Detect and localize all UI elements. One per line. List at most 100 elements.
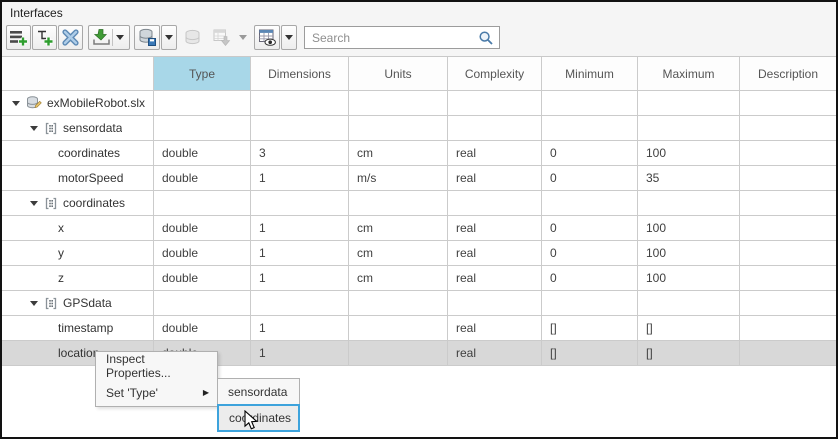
tree-cell[interactable]: timestamp <box>2 316 154 341</box>
menu-item-inspect-properties[interactable]: Inspect Properties... <box>96 352 217 380</box>
minimum-cell[interactable]: 0 <box>542 266 638 291</box>
complexity-cell[interactable] <box>448 191 542 216</box>
dimensions-cell[interactable]: 1 <box>251 241 349 266</box>
tree-cell[interactable]: x <box>2 216 154 241</box>
expand-caret-icon[interactable] <box>12 100 20 106</box>
units-cell[interactable] <box>349 191 448 216</box>
table-row-timestamp[interactable]: timestamp double 1 real[][] <box>2 316 836 341</box>
column-view-dropdown-button[interactable] <box>281 25 297 50</box>
type-cell[interactable] <box>154 116 251 141</box>
type-cell[interactable] <box>154 191 251 216</box>
complexity-cell[interactable]: real <box>448 341 542 366</box>
dimensions-cell[interactable]: 1 <box>251 166 349 191</box>
units-cell[interactable]: cm <box>349 141 448 166</box>
dimensions-cell[interactable]: 1 <box>251 266 349 291</box>
maximum-cell[interactable]: [] <box>638 316 740 341</box>
complexity-cell[interactable]: real <box>448 166 542 191</box>
type-cell[interactable]: double <box>154 316 251 341</box>
save-dictionary-dropdown-button[interactable] <box>161 25 177 50</box>
tree-cell[interactable]: exMobileRobot.slx <box>2 91 154 116</box>
units-cell[interactable] <box>349 91 448 116</box>
units-cell[interactable]: cm <box>349 241 448 266</box>
maximum-cell[interactable]: [] <box>638 341 740 366</box>
minimum-cell[interactable] <box>542 91 638 116</box>
dimensions-cell[interactable] <box>251 291 349 316</box>
table-row-x[interactable]: x double 1 cm real 0 100 <box>2 216 836 241</box>
minimum-cell[interactable]: 0 <box>542 166 638 191</box>
units-cell[interactable] <box>349 116 448 141</box>
column-header-maximum[interactable]: Maximum <box>638 57 740 91</box>
table-row-sensordata[interactable]: sensordata <box>2 116 836 141</box>
table-row-z[interactable]: z double 1 cm real 0 100 <box>2 266 836 291</box>
table-row-exMobileRobot.slx[interactable]: exMobileRobot.slx <box>2 91 836 116</box>
expand-caret-icon[interactable] <box>30 300 38 306</box>
expand-caret-icon[interactable] <box>30 125 38 131</box>
description-cell[interactable] <box>740 166 836 191</box>
maximum-cell[interactable] <box>638 191 740 216</box>
description-cell[interactable] <box>740 216 836 241</box>
type-cell[interactable]: double <box>154 241 251 266</box>
delete-button[interactable] <box>58 25 83 50</box>
type-cell[interactable] <box>154 291 251 316</box>
minimum-cell[interactable] <box>542 116 638 141</box>
complexity-cell[interactable] <box>448 291 542 316</box>
units-cell[interactable]: m/s <box>349 166 448 191</box>
maximum-cell[interactable] <box>638 116 740 141</box>
table-row-coordinates[interactable]: coordinates <box>2 191 836 216</box>
table-row-motorSpeed[interactable]: motorSpeed double 1 m/s real 0 35 <box>2 166 836 191</box>
type-cell[interactable]: double <box>154 266 251 291</box>
units-cell[interactable] <box>349 291 448 316</box>
column-header-dimensions[interactable]: Dimensions <box>251 57 349 91</box>
description-cell[interactable] <box>740 241 836 266</box>
description-cell[interactable] <box>740 341 836 366</box>
tree-cell[interactable]: y <box>2 241 154 266</box>
complexity-cell[interactable]: real <box>448 266 542 291</box>
description-cell[interactable] <box>740 266 836 291</box>
maximum-cell[interactable]: 100 <box>638 216 740 241</box>
import-button[interactable] <box>88 25 130 50</box>
minimum-cell[interactable]: 0 <box>542 241 638 266</box>
type-cell[interactable]: double <box>154 166 251 191</box>
minimum-cell[interactable] <box>542 191 638 216</box>
complexity-cell[interactable]: real <box>448 241 542 266</box>
table-row-coordinates[interactable]: coordinates double 3 cm real 0 100 <box>2 141 836 166</box>
submenu-item-coordinates[interactable]: coordinates <box>217 404 300 432</box>
dimensions-cell[interactable]: 3 <box>251 141 349 166</box>
table-row-y[interactable]: y double 1 cm real 0 100 <box>2 241 836 266</box>
description-cell[interactable] <box>740 316 836 341</box>
search-icon[interactable] <box>478 30 494 46</box>
column-header-minimum[interactable]: Minimum <box>542 57 638 91</box>
minimum-cell[interactable] <box>542 291 638 316</box>
complexity-cell[interactable] <box>448 91 542 116</box>
maximum-cell[interactable]: 100 <box>638 241 740 266</box>
tree-cell[interactable]: coordinates <box>2 141 154 166</box>
dimensions-cell[interactable] <box>251 91 349 116</box>
column-header-units[interactable]: Units <box>349 57 448 91</box>
minimum-cell[interactable]: [] <box>542 316 638 341</box>
tree-cell[interactable]: sensordata <box>2 116 154 141</box>
minimum-cell[interactable]: [] <box>542 341 638 366</box>
save-dictionary-button[interactable] <box>134 25 160 50</box>
complexity-cell[interactable]: real <box>448 141 542 166</box>
search-input[interactable] <box>305 27 478 48</box>
units-cell[interactable] <box>349 341 448 366</box>
column-header-type[interactable]: Type <box>154 57 251 91</box>
maximum-cell[interactable]: 35 <box>638 166 740 191</box>
tree-cell[interactable]: GPSdata <box>2 291 154 316</box>
tree-cell[interactable]: motorSpeed <box>2 166 154 191</box>
minimum-cell[interactable]: 0 <box>542 216 638 241</box>
dimensions-cell[interactable]: 1 <box>251 316 349 341</box>
description-cell[interactable] <box>740 116 836 141</box>
table-row-GPSdata[interactable]: GPSdata <box>2 291 836 316</box>
complexity-cell[interactable] <box>448 116 542 141</box>
description-cell[interactable] <box>740 291 836 316</box>
minimum-cell[interactable]: 0 <box>542 141 638 166</box>
add-interface-button[interactable] <box>6 25 31 50</box>
column-header-complexity[interactable]: Complexity <box>448 57 542 91</box>
units-cell[interactable]: cm <box>349 266 448 291</box>
maximum-cell[interactable] <box>638 91 740 116</box>
description-cell[interactable] <box>740 91 836 116</box>
dimensions-cell[interactable] <box>251 191 349 216</box>
menu-item-set-type[interactable]: Set 'Type' ▶ <box>96 379 217 406</box>
column-view-button[interactable] <box>254 25 280 50</box>
